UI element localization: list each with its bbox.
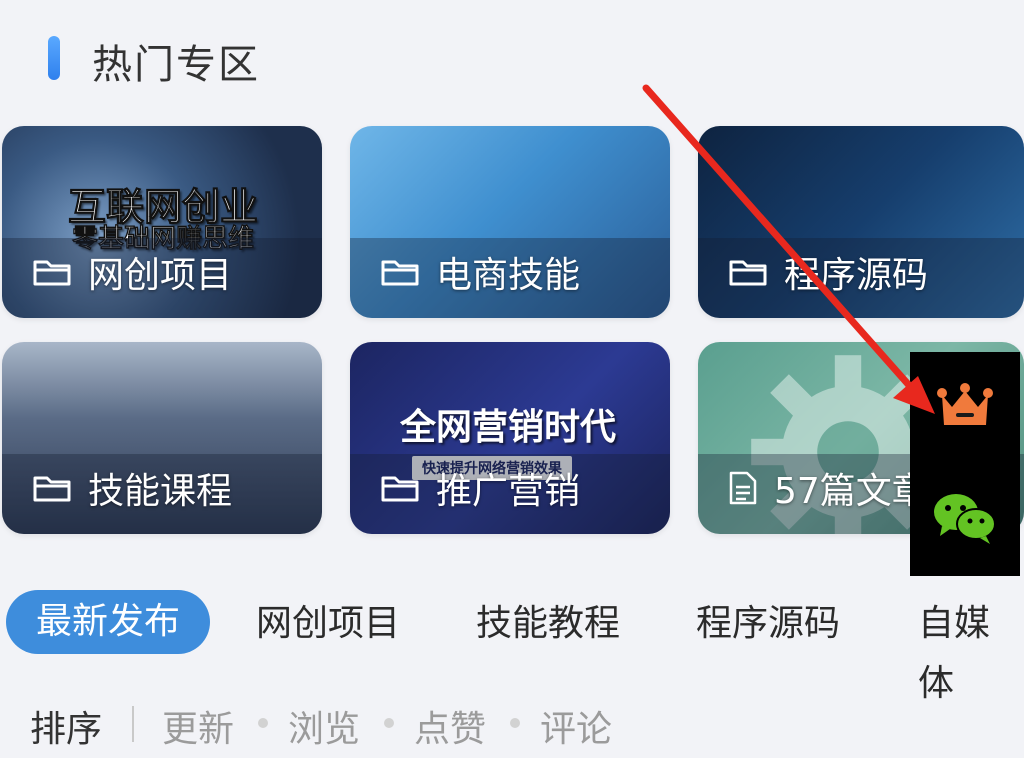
sort-option-views[interactable]: 浏览 bbox=[288, 700, 360, 752]
floating-side-panel bbox=[910, 352, 1020, 576]
sort-option-comments[interactable]: 评论 bbox=[540, 700, 612, 752]
sort-label: 排序 bbox=[30, 709, 103, 750]
section-accent-bar bbox=[48, 36, 60, 80]
card-label-text: 57篇文章 bbox=[774, 471, 928, 512]
sort-divider bbox=[132, 706, 134, 742]
card-label: 程序源码 bbox=[728, 246, 928, 298]
crown-icon bbox=[937, 383, 993, 425]
tab-source-code[interactable]: 程序源码 bbox=[696, 594, 840, 654]
document-icon bbox=[729, 471, 757, 505]
category-card-marketing[interactable]: 全网营销时代 快速提升网络营销效果 推广营销 bbox=[350, 342, 670, 534]
wechat-button[interactable] bbox=[910, 464, 1020, 572]
folder-icon bbox=[33, 260, 71, 286]
card-label: 网创项目 bbox=[32, 246, 232, 298]
vip-button[interactable] bbox=[910, 352, 1020, 460]
card-label-text: 网创项目 bbox=[88, 255, 233, 296]
category-card-wangchuang[interactable]: 互联网创业 零基础网赚思维 网创项目 bbox=[2, 126, 322, 318]
card-label: 技能课程 bbox=[32, 462, 232, 514]
category-tabs: 最新发布 网创项目 技能教程 程序源码 自媒体 bbox=[0, 588, 1024, 704]
card-label-text: 技能课程 bbox=[88, 471, 233, 512]
folder-icon bbox=[33, 476, 71, 502]
card-label-text: 程序源码 bbox=[784, 255, 929, 296]
section-header: 热门专区 bbox=[0, 0, 1024, 110]
folder-icon bbox=[729, 260, 767, 286]
card-label-text: 推广营销 bbox=[436, 471, 581, 512]
tab-wangchuang[interactable]: 网创项目 bbox=[256, 594, 400, 654]
sort-bar: 排序 更新 浏览 点赞 评论 bbox=[0, 694, 1024, 758]
card-label-text: 电商技能 bbox=[436, 255, 581, 296]
card-label: 57篇文章 bbox=[728, 462, 928, 514]
category-card-skill-courses[interactable]: 技能课程 bbox=[2, 342, 322, 534]
tab-skill-tutorials[interactable]: 技能教程 bbox=[476, 594, 620, 654]
separator-dot bbox=[384, 718, 394, 728]
folder-icon bbox=[381, 260, 419, 286]
section-title: 热门专区 bbox=[92, 42, 260, 88]
card-label: 推广营销 bbox=[380, 462, 580, 514]
banner-title: 全网营销时代 bbox=[400, 407, 617, 448]
card-label: 电商技能 bbox=[380, 246, 580, 298]
sort-option-likes[interactable]: 点赞 bbox=[414, 700, 486, 752]
sort-option-updated[interactable]: 更新 bbox=[162, 700, 234, 752]
wechat-icon bbox=[934, 494, 996, 544]
separator-dot bbox=[510, 718, 520, 728]
tab-latest[interactable]: 最新发布 bbox=[6, 590, 211, 654]
category-card-source-code[interactable]: 程序源码 bbox=[698, 126, 1024, 318]
separator-dot bbox=[258, 718, 268, 728]
category-card-ecommerce[interactable]: 电商技能 bbox=[350, 126, 670, 318]
folder-icon bbox=[381, 476, 419, 502]
